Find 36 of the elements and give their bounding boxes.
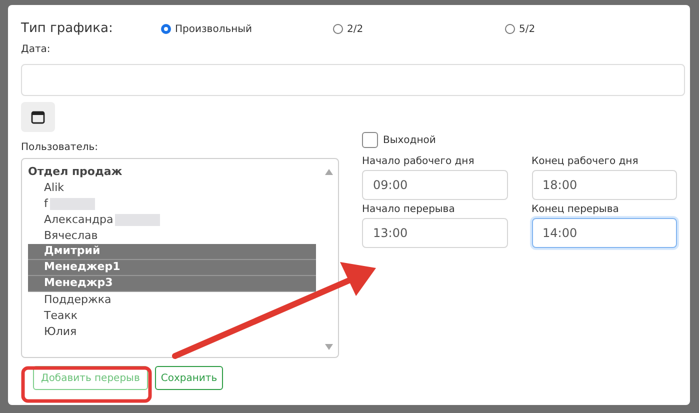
list-item[interactable]: Поддержка xyxy=(28,292,316,308)
list-item[interactable]: Alik xyxy=(28,180,316,196)
time-field[interactable]: 14:00 xyxy=(532,218,677,248)
checkbox-label: Выходной xyxy=(383,134,436,148)
radio-button[interactable] xyxy=(161,24,171,34)
list-item[interactable]: Менеджер1 xyxy=(28,260,316,276)
field-label: Тип графика: xyxy=(21,20,114,38)
list-item[interactable]: Теакк xyxy=(28,308,316,324)
group-header: Отдел продаж xyxy=(28,164,124,180)
radio-button[interactable] xyxy=(505,24,515,34)
list-item[interactable]: Юлия xyxy=(28,324,316,340)
field-label: Конец рабочего дня xyxy=(532,155,640,168)
calendar-icon xyxy=(31,110,45,124)
field-label: Начало перерыва xyxy=(362,203,456,216)
user-listbox[interactable]: Отдел продаж Alik f Александра Вячеслав Дмитрий Менеджер1 Менеджр3 Поддержка Теакк Юлия xyxy=(21,158,339,358)
time-field[interactable]: 13:00 xyxy=(362,218,508,248)
list-item[interactable]: Дмитрий xyxy=(28,244,316,260)
time-field[interactable]: 09:00 xyxy=(362,170,508,200)
field-label: Конец перерыва xyxy=(532,203,620,216)
radio-label: Произвольный xyxy=(175,22,252,36)
day-off-checkbox[interactable] xyxy=(362,132,378,148)
date-field[interactable] xyxy=(21,64,685,96)
time-field[interactable]: 18:00 xyxy=(532,170,677,200)
field-label: Начало рабочего дня xyxy=(362,155,476,168)
list-item[interactable]: f xyxy=(28,196,316,212)
scroll-up-icon[interactable] xyxy=(325,169,333,175)
radio-button[interactable] xyxy=(333,24,343,34)
field-label: Дата: xyxy=(21,43,52,57)
field-label: Пользователь: xyxy=(21,141,100,154)
list-item[interactable]: Менеджр3 xyxy=(28,276,316,292)
radio-label: 2/2 xyxy=(347,22,364,36)
scroll-down-icon[interactable] xyxy=(325,344,333,350)
calendar-button[interactable] xyxy=(21,102,55,132)
list-item[interactable]: Александра xyxy=(28,212,316,228)
list-item[interactable]: Вячеслав xyxy=(28,228,316,244)
radio-label: 5/2 xyxy=(519,22,536,36)
